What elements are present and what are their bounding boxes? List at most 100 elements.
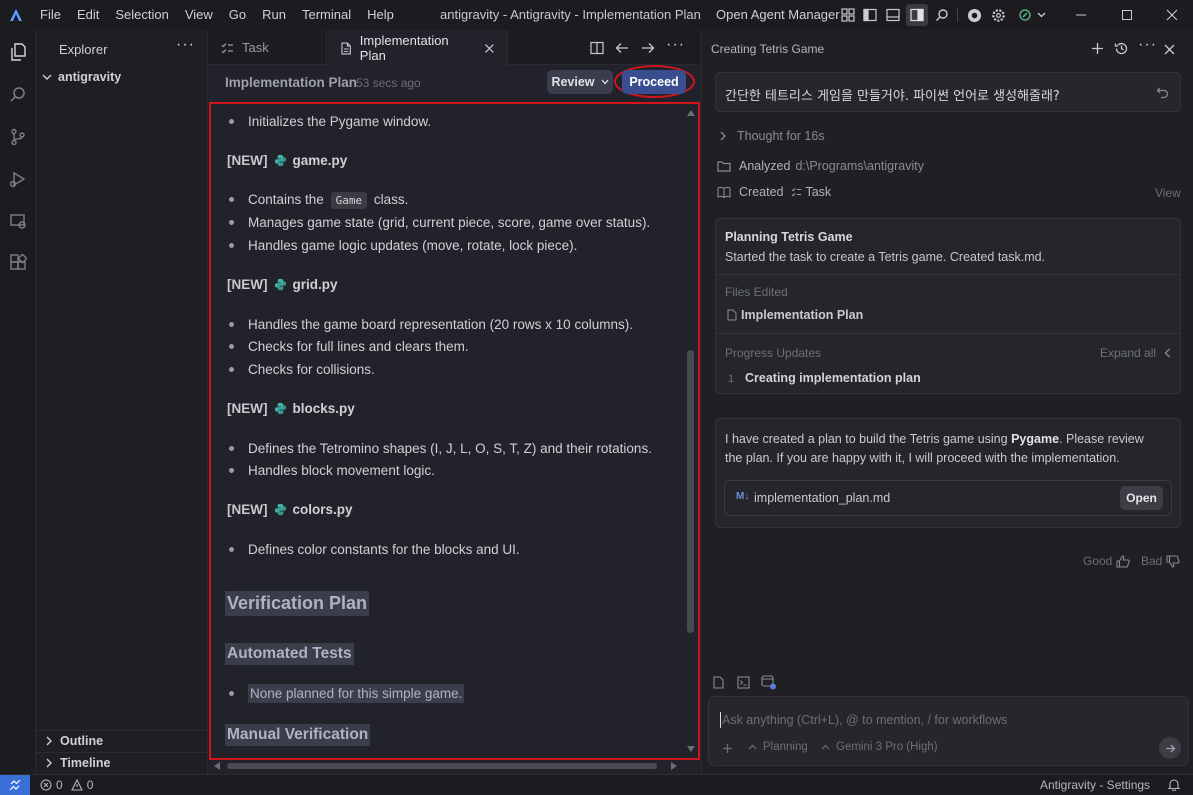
source-control-icon[interactable] (6, 125, 30, 149)
arrow-left-icon[interactable] (615, 41, 629, 58)
plus-icon[interactable] (1091, 42, 1104, 58)
gear-icon[interactable] (989, 6, 1007, 24)
extensions-icon[interactable] (6, 251, 30, 275)
bad-feedback-button[interactable]: Bad (1141, 554, 1180, 568)
notifications-bell-icon[interactable] (1167, 778, 1181, 794)
list-item: Defines the Tetromino shapes (I, J, L, O… (243, 441, 652, 456)
model-selector[interactable]: Gemini 3 Pro (High) (821, 741, 938, 753)
close-icon[interactable] (1163, 6, 1181, 24)
vertical-scrollbar-thumb[interactable] (687, 350, 694, 633)
terminal-icon[interactable] (737, 676, 750, 692)
close-tab-icon[interactable] (484, 43, 495, 54)
arrow-right-icon[interactable] (641, 41, 655, 58)
review-label: Review (551, 75, 595, 89)
browser-icon[interactable] (761, 675, 777, 693)
file-icon[interactable] (713, 676, 724, 692)
open-agent-manager-button[interactable]: Open Agent Manager (716, 0, 840, 30)
file-name[interactable]: game.py (293, 153, 348, 168)
more-actions-icon[interactable]: ··· (666, 36, 685, 54)
tab-implementation-plan[interactable]: Implementation Plan (328, 30, 508, 66)
chat-input-placeholder[interactable]: Ask anything (Ctrl+L), @ to mention, / f… (722, 713, 1007, 727)
layout-grid-icon[interactable] (839, 6, 857, 24)
run-debug-icon[interactable] (6, 167, 30, 191)
account-dropdown-icon[interactable] (1017, 6, 1049, 24)
toggle-secondary-sidebar-icon[interactable] (906, 4, 928, 26)
history-icon[interactable] (1114, 41, 1129, 59)
horizontal-scrollbar-thumb[interactable] (227, 763, 657, 769)
menu-view[interactable]: View (177, 0, 221, 30)
agent-message-card: I have created a plan to build the Tetri… (715, 418, 1181, 528)
toggle-sidebar-icon[interactable] (861, 6, 879, 24)
menu-go[interactable]: Go (221, 0, 254, 30)
menu-help[interactable]: Help (359, 0, 402, 30)
file-attachment[interactable]: M↓ implementation_plan.md Open (724, 480, 1172, 516)
created-item[interactable]: Task (805, 185, 831, 199)
agent-chat-panel: Creating Tetris Game ··· 간단한 테트리스 게임을 만들… (701, 30, 1193, 774)
open-file-button[interactable]: Open (1120, 486, 1163, 510)
scroll-left-arrow-icon[interactable] (214, 762, 220, 770)
toggle-panel-icon[interactable] (884, 6, 902, 24)
chat-input-box[interactable]: Ask anything (Ctrl+L), @ to mention, / f… (708, 696, 1189, 766)
message-text: I have created a plan to build the Tetri… (725, 432, 1008, 446)
analyzed-path[interactable]: d:\Programs\antigravity (795, 159, 924, 173)
analyzed-label: Analyzed (739, 159, 791, 173)
more-actions-icon[interactable]: ··· (176, 36, 195, 54)
good-feedback-button[interactable]: Good (1083, 554, 1130, 568)
chevron-down-icon (601, 79, 609, 85)
good-label: Good (1083, 554, 1113, 568)
list-item-text: Initializes the Pygame window. (248, 114, 432, 129)
close-panel-icon[interactable] (1164, 43, 1175, 58)
maximize-icon[interactable] (1118, 6, 1136, 24)
warning-icon (70, 779, 83, 791)
problems-indicator[interactable]: 0 0 (40, 778, 93, 792)
menu-selection[interactable]: Selection (107, 0, 176, 30)
menu-edit[interactable]: Edit (69, 0, 107, 30)
thought-row[interactable]: Thought for 16s (719, 129, 825, 143)
list-item: Manages game state (grid, current piece,… (243, 215, 650, 230)
timeline-section[interactable]: Timeline (44, 756, 110, 770)
add-context-icon[interactable] (722, 742, 733, 757)
remote-icon (9, 779, 21, 791)
explorer-icon[interactable] (6, 40, 30, 64)
text-cursor (720, 712, 721, 728)
remote-explorer-icon[interactable] (6, 209, 30, 233)
list-item-text: Handles block movement logic. (248, 463, 435, 478)
outline-section[interactable]: Outline (44, 734, 103, 748)
bad-label: Bad (1141, 554, 1163, 568)
mode-selector[interactable]: Planning (748, 741, 808, 753)
scroll-up-arrow-icon[interactable] (687, 110, 695, 116)
menu-terminal[interactable]: Terminal (294, 0, 359, 30)
settings-status-item[interactable]: Antigravity - Settings (1040, 778, 1150, 792)
divider (36, 730, 208, 731)
send-button[interactable] (1159, 737, 1181, 759)
expand-all-button[interactable]: Expand all (1100, 346, 1171, 360)
menu-run[interactable]: Run (254, 0, 294, 30)
view-link[interactable]: View (1155, 186, 1181, 200)
scroll-right-arrow-icon[interactable] (671, 762, 677, 770)
remote-indicator-button[interactable] (0, 775, 30, 795)
undo-icon[interactable] (1156, 86, 1169, 99)
scroll-down-arrow-icon[interactable] (687, 746, 695, 752)
activity-bar (0, 30, 36, 774)
split-editor-icon[interactable] (590, 41, 604, 58)
list-item: Initializes the Pygame window. (243, 114, 431, 129)
heading-automated-tests: Automated Tests (225, 643, 354, 665)
file-name[interactable]: grid.py (293, 277, 338, 292)
review-dropdown-button[interactable]: Review (547, 70, 613, 94)
file-name[interactable]: blocks.py (293, 401, 355, 416)
edited-file-link[interactable]: Implementation Plan (727, 308, 863, 322)
folder-row[interactable]: antigravity (42, 70, 121, 84)
minimize-icon[interactable] (1072, 6, 1090, 24)
divider (716, 274, 1180, 275)
menu-file[interactable]: File (32, 0, 69, 30)
tab-label: Implementation Plan (359, 33, 449, 63)
proceed-button[interactable]: Proceed (622, 70, 686, 94)
tab-task[interactable]: Task (209, 30, 327, 65)
search-icon[interactable] (933, 6, 951, 24)
more-actions-icon[interactable]: ··· (1138, 36, 1157, 54)
chrome-icon[interactable] (965, 6, 983, 24)
list-item-text: Checks for collisions. (248, 362, 375, 377)
file-name[interactable]: colors.py (293, 502, 353, 517)
user-message: 간단한 테트리스 게임을 만들거야. 파이썬 언어로 생성해줄래? (715, 72, 1181, 112)
search-icon[interactable] (6, 83, 30, 107)
